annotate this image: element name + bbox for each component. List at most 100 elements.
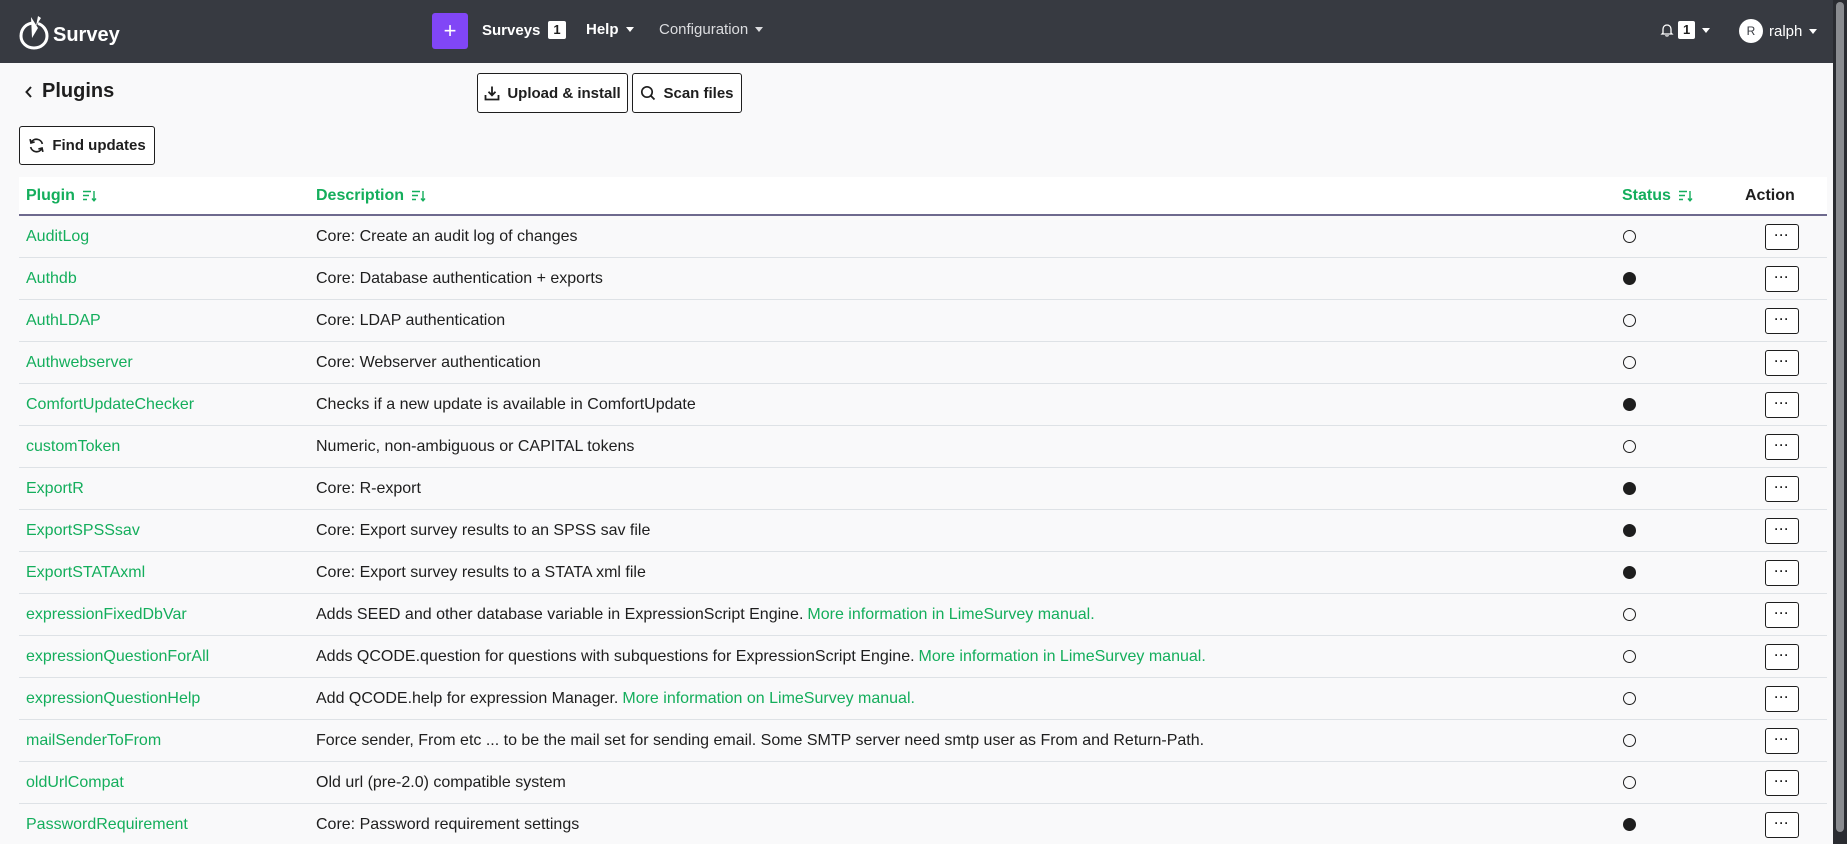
status-inactive-icon xyxy=(1623,734,1636,747)
plugin-name-link[interactable]: Authdb xyxy=(26,258,77,299)
status-inactive-icon xyxy=(1623,356,1636,369)
table-row: customToken Numeric, non-ambiguous or CAP… xyxy=(19,426,1827,468)
plugin-name-link[interactable]: expressionFixedDbVar xyxy=(26,594,187,635)
scan-files-button[interactable]: Scan files xyxy=(632,73,742,113)
column-header-status[interactable]: Status xyxy=(1622,187,1693,205)
manual-link[interactable]: More information on LimeSurvey manual. xyxy=(622,690,915,708)
row-actions-button[interactable]: ··· xyxy=(1765,728,1799,754)
brand-name: Survey xyxy=(53,23,120,46)
row-actions-button[interactable]: ··· xyxy=(1765,518,1799,544)
plugin-name-link[interactable]: Authwebserver xyxy=(26,342,133,383)
top-navbar: Survey + Surveys 1 Help Configuration 1 … xyxy=(0,0,1847,63)
table-row: Authdb Core: Database authentication + ex… xyxy=(19,258,1827,300)
nav-surveys-label: Surveys xyxy=(482,21,541,39)
nav-configuration-label: Configuration xyxy=(659,21,749,38)
plugin-name-link[interactable]: mailSenderToFrom xyxy=(26,720,161,761)
plugin-name-link[interactable]: PasswordRequirement xyxy=(26,804,188,844)
row-actions-button[interactable]: ··· xyxy=(1765,812,1799,838)
row-actions-button[interactable]: ··· xyxy=(1765,224,1799,250)
find-updates-label: Find updates xyxy=(52,137,146,154)
nav-surveys[interactable]: Surveys 1 xyxy=(482,21,566,39)
survey-logo-icon xyxy=(19,16,49,50)
row-actions-button[interactable]: ··· xyxy=(1765,434,1799,460)
sort-icon xyxy=(412,190,426,202)
plugin-description-text: Core: Database authentication + exports xyxy=(316,269,603,287)
plugin-description-text: Core: Webserver authentication xyxy=(316,353,541,371)
row-actions-button[interactable]: ··· xyxy=(1765,350,1799,376)
chevron-down-icon xyxy=(1809,28,1818,34)
back-link[interactable]: Plugins xyxy=(24,80,114,103)
column-header-status-label: Status xyxy=(1622,187,1671,204)
bell-icon xyxy=(1660,24,1674,37)
plugin-name-link[interactable]: customToken xyxy=(26,426,120,467)
vertical-scrollbar[interactable] xyxy=(1833,0,1847,844)
chevron-down-icon xyxy=(1702,27,1711,33)
status-inactive-icon xyxy=(1623,650,1636,663)
table-row: ExportSTATAxml Core: Export survey result… xyxy=(19,552,1827,594)
plugin-description: Core: Database authentication + exports xyxy=(316,258,603,299)
plugin-name-link[interactable]: AuditLog xyxy=(26,216,89,257)
user-name: ralph xyxy=(1769,22,1803,40)
status-active-icon xyxy=(1623,272,1636,285)
plugin-name-link[interactable]: ExportSPSSsav xyxy=(26,510,140,551)
surveys-count-badge: 1 xyxy=(548,21,566,39)
plugin-description-text: Adds SEED and other database variable in… xyxy=(316,605,804,623)
plugin-name-link[interactable]: ComfortUpdateChecker xyxy=(26,384,194,425)
nav-configuration[interactable]: Configuration xyxy=(659,21,764,38)
plugin-description-text: Core: R-export xyxy=(316,479,421,497)
plugin-name-link[interactable]: oldUrlCompat xyxy=(26,762,124,803)
row-actions-button[interactable]: ··· xyxy=(1765,392,1799,418)
status-inactive-icon xyxy=(1623,440,1636,453)
column-header-action: Action xyxy=(1745,187,1795,205)
row-actions-button[interactable]: ··· xyxy=(1765,308,1799,334)
upload-install-button[interactable]: Upload & install xyxy=(477,73,628,113)
row-actions-button[interactable]: ··· xyxy=(1765,560,1799,586)
plugin-name-link[interactable]: expressionQuestionForAll xyxy=(26,636,209,677)
plugin-description-text: Add QCODE.help for expression Manager. xyxy=(316,689,619,707)
table-row: oldUrlCompat Old url (pre-2.0) compatible… xyxy=(19,762,1827,804)
plus-icon: + xyxy=(443,18,457,43)
plugin-description: Core: LDAP authentication xyxy=(316,300,505,341)
sort-icon xyxy=(82,190,97,202)
plugin-name-link[interactable]: AuthLDAP xyxy=(26,300,101,341)
column-header-description[interactable]: Description xyxy=(316,187,426,205)
nav-help[interactable]: Help xyxy=(586,21,634,38)
status-inactive-icon xyxy=(1623,776,1636,789)
find-updates-button[interactable]: Find updates xyxy=(19,126,155,165)
row-actions-button[interactable]: ··· xyxy=(1765,644,1799,670)
plugin-description: Core: Export survey results to a STATA x… xyxy=(316,552,646,593)
row-actions-button[interactable]: ··· xyxy=(1765,770,1799,796)
scrollbar-thumb[interactable] xyxy=(1836,2,1844,832)
create-survey-button[interactable]: + xyxy=(432,13,468,49)
plugin-description: Core: Create an audit log of changes xyxy=(316,216,578,257)
upload-install-label: Upload & install xyxy=(507,84,621,102)
row-actions-button[interactable]: ··· xyxy=(1765,602,1799,628)
table-header: Plugin Description Status Action xyxy=(19,177,1827,216)
user-menu[interactable]: R ralph xyxy=(1739,19,1818,43)
plugin-description: Core: Export survey results to an SPSS s… xyxy=(316,510,650,551)
row-actions-button[interactable]: ··· xyxy=(1765,266,1799,292)
table-row: Authwebserver Core: Webserver authenticat… xyxy=(19,342,1827,384)
plugin-description: Force sender, From etc ... to be the mai… xyxy=(316,720,1204,761)
row-actions-button[interactable]: ··· xyxy=(1765,476,1799,502)
brand[interactable]: Survey xyxy=(18,12,120,52)
nav-help-label: Help xyxy=(586,21,619,38)
status-active-icon xyxy=(1623,818,1636,831)
column-header-plugin[interactable]: Plugin xyxy=(26,187,97,205)
search-icon xyxy=(641,85,656,101)
manual-link[interactable]: More information in LimeSurvey manual. xyxy=(919,648,1206,666)
table-row: mailSenderToFrom Force sender, From etc .… xyxy=(19,720,1827,762)
manual-link[interactable]: More information in LimeSurvey manual. xyxy=(807,606,1094,624)
plugins-table: Plugin Description Status Action AuditLo… xyxy=(19,177,1827,844)
plugin-name-link[interactable]: ExportSTATAxml xyxy=(26,552,145,593)
row-actions-button[interactable]: ··· xyxy=(1765,686,1799,712)
plugin-description-text: Core: LDAP authentication xyxy=(316,311,506,329)
plugin-description: Add QCODE.help for expression Manager. Mo… xyxy=(316,678,915,719)
plugin-name-link[interactable]: expressionQuestionHelp xyxy=(26,678,200,719)
status-inactive-icon xyxy=(1623,692,1636,705)
download-icon xyxy=(484,86,500,101)
table-body: AuditLog Core: Create an audit log of cha… xyxy=(19,216,1827,844)
plugin-name-link[interactable]: ExportR xyxy=(26,468,84,509)
notifications-button[interactable]: 1 xyxy=(1660,21,1711,39)
page-title: Plugins xyxy=(42,80,115,102)
